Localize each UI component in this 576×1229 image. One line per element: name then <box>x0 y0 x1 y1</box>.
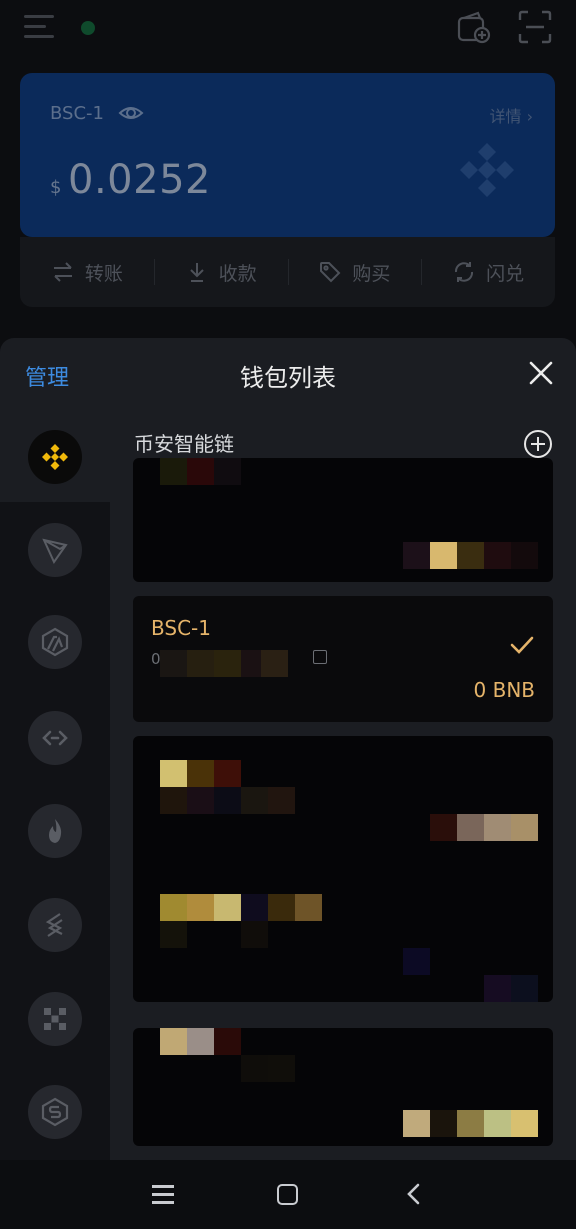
sheet-title: 钱包列表 <box>240 364 336 392</box>
connection-status-dot <box>81 21 95 35</box>
wallet-list-item[interactable] <box>133 736 553 1002</box>
wallet-list-item-selected[interactable]: BSC-1 0x A 0 BNB <box>133 596 553 722</box>
tag-icon <box>320 262 341 283</box>
system-navigation-bar <box>0 1160 576 1229</box>
add-wallet-icon[interactable] <box>456 10 492 46</box>
chain-fantom[interactable] <box>28 804 82 858</box>
solana-style-icon <box>41 1097 69 1127</box>
menu-icon[interactable] <box>24 15 54 39</box>
wallet-name: BSC-1 <box>50 103 104 124</box>
chain-other[interactable] <box>28 1085 82 1139</box>
transfer-label: 转账 <box>84 262 123 285</box>
fire-icon <box>49 819 62 843</box>
chain-label: 币安智能链 <box>134 432 234 456</box>
chain-bridge[interactable] <box>28 711 82 765</box>
home-icon[interactable] <box>277 1184 298 1205</box>
copy-icon[interactable] <box>313 650 327 664</box>
buy-label: 购买 <box>352 262 391 285</box>
chain-binance[interactable] <box>28 430 82 484</box>
check-icon <box>510 636 534 654</box>
receive-button[interactable]: 收款 <box>153 237 288 307</box>
eye-icon[interactable] <box>118 100 144 126</box>
scan-icon[interactable] <box>518 10 552 44</box>
currency-symbol: $ <box>50 177 62 198</box>
top-bar <box>0 0 576 60</box>
wallet-balance: 0 BNB <box>473 678 535 702</box>
details-link[interactable]: 详情 › <box>490 103 534 127</box>
binance-icon <box>42 444 68 470</box>
wallet-list-item[interactable] <box>133 1028 553 1146</box>
wallet-list-sheet: 管理 钱包列表 币安智能链 BSC-1 0 BNB <box>0 338 576 1160</box>
quick-actions-bar: 转账 收款 购买 闪兑 <box>20 237 555 307</box>
binance-icon <box>460 143 514 197</box>
wallet-balance-card[interactable]: BSC-1 详情 › $ 0.0252 <box>20 73 555 237</box>
chain-tron[interactable] <box>28 523 82 577</box>
wallet-list-item[interactable] <box>133 458 553 582</box>
okx-icon <box>44 1008 66 1030</box>
buy-button[interactable]: 购买 <box>287 237 422 307</box>
swap-button[interactable]: 闪兑 <box>421 237 555 307</box>
balance-amount: 0.0252 <box>68 157 211 203</box>
chain-linea[interactable] <box>28 898 82 952</box>
receive-icon <box>189 263 204 282</box>
transfer-button[interactable]: 转账 <box>20 237 154 307</box>
back-icon[interactable] <box>402 1182 426 1206</box>
bridge-icon <box>42 730 68 746</box>
swap-icon <box>455 262 474 282</box>
receive-label: 收款 <box>218 262 257 285</box>
linea-icon <box>45 913 63 937</box>
recent-apps-icon[interactable] <box>152 1184 174 1204</box>
chain-arbitrum[interactable] <box>28 615 82 669</box>
tron-icon <box>42 538 68 565</box>
wallet-name: BSC-1 <box>151 616 211 640</box>
close-icon[interactable] <box>526 358 556 388</box>
chain-okx[interactable] <box>28 992 82 1046</box>
add-circle-icon[interactable] <box>522 428 554 460</box>
swap-label: 闪兑 <box>486 262 525 285</box>
transfer-icon <box>53 262 72 282</box>
arbitrum-icon <box>41 627 69 657</box>
